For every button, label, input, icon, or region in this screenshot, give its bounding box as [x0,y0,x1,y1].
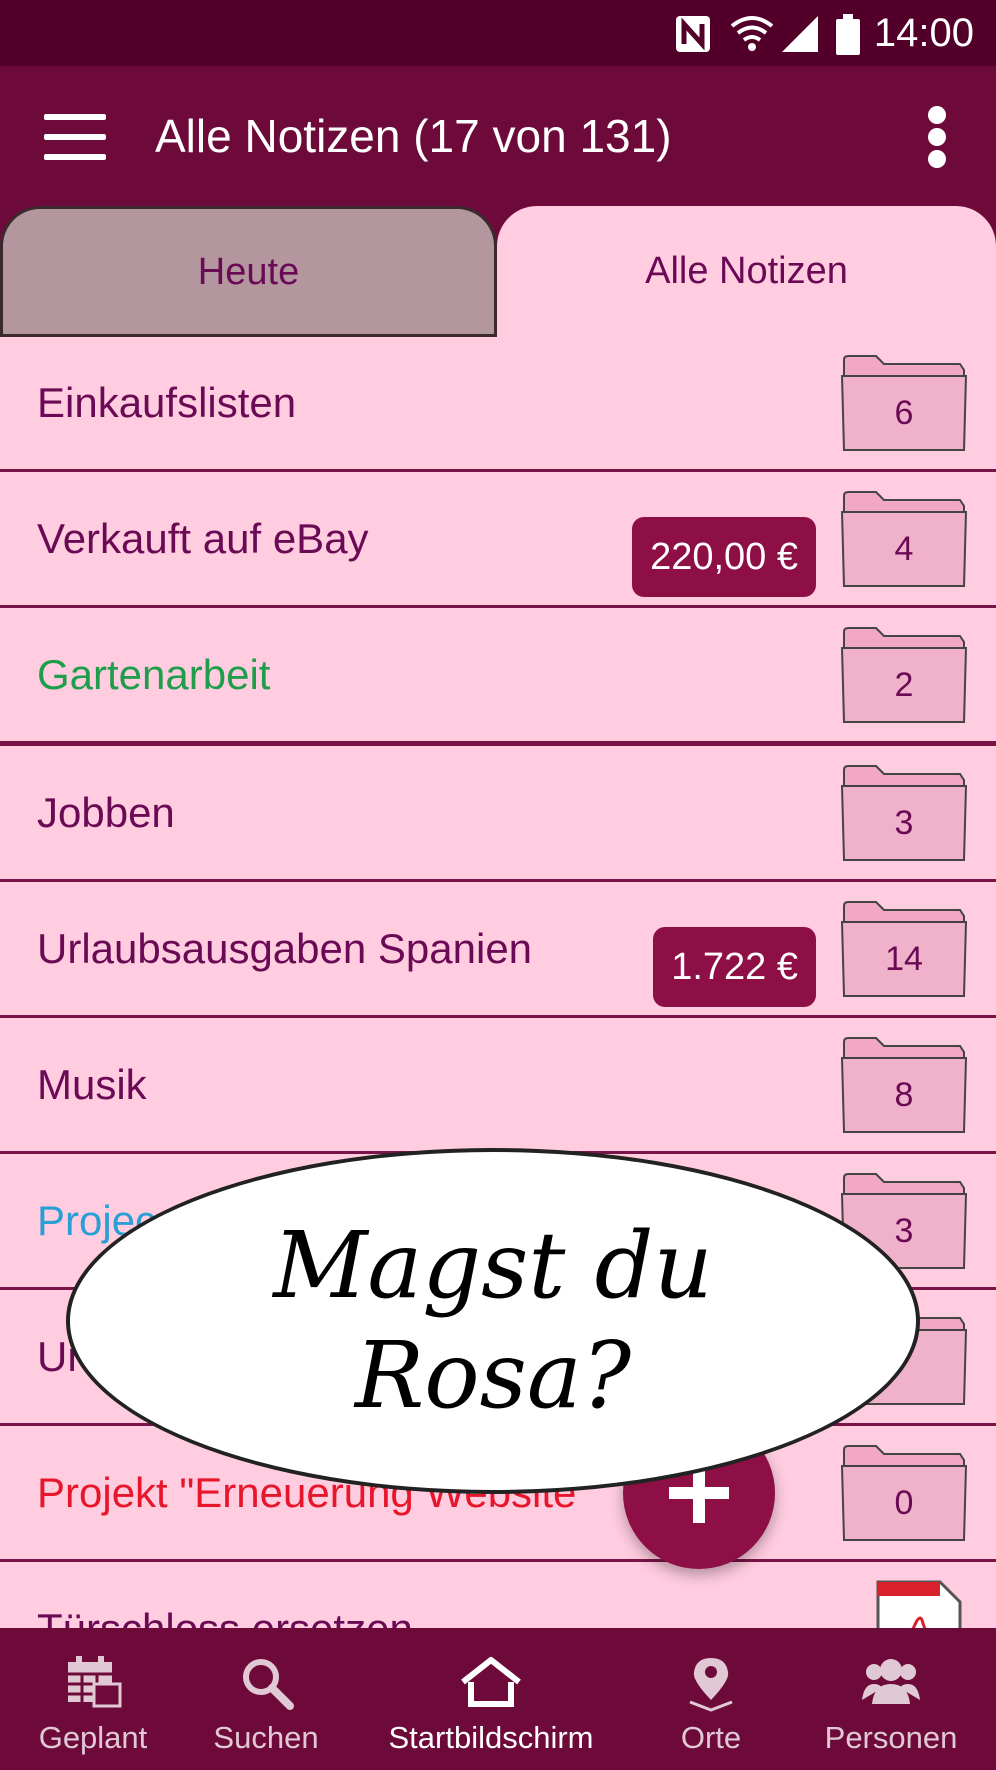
tab-bar: Heute Alle Notizen [0,206,996,336]
nfc-icon [676,16,710,52]
speech-bubble: Magst du Rosa? [66,1148,920,1494]
list-item[interactable]: Jobben 3 [0,746,996,882]
tab-alle-notizen[interactable]: Alle Notizen [497,206,996,336]
folder-count: 14 [885,940,923,978]
menu-icon[interactable] [40,110,110,164]
folder-icon[interactable]: 14 [840,900,968,1000]
list-item-label: Jobben [37,789,175,836]
nav-suchen[interactable]: Suchen [186,1628,346,1770]
nav-geplant[interactable]: Geplant [0,1628,186,1770]
folder-icon[interactable]: 6 [840,354,968,454]
list-item[interactable]: Verkauft auf eBay 220,00 € 4 [0,472,996,608]
nav-startbildschirm[interactable]: Startbildschirm [346,1628,636,1770]
page-title: Alle Notizen (17 von 131) [155,110,672,162]
app-bar: Alle Notizen (17 von 131) [0,66,996,206]
list-item[interactable]: Einkaufslisten 6 [0,336,996,472]
calendar-icon [68,1656,122,1708]
signal-icon [782,16,818,52]
list-item[interactable]: Gartenarbeit 2 [0,608,996,746]
clock: 14:00 [873,11,974,55]
tab-heute[interactable]: Heute [0,206,497,336]
list-item[interactable]: Musik 8 [0,1018,996,1154]
nav-personen[interactable]: Personen [786,1628,996,1770]
nav-label: Geplant [38,1720,148,1755]
list-item-label: Musik [37,1061,147,1108]
nav-label: Personen [824,1720,958,1755]
folder-count: 0 [894,1484,914,1522]
home-icon [461,1657,521,1707]
folder-icon[interactable]: 4 [840,490,968,590]
wifi-icon [730,16,774,51]
list-item[interactable]: Urlaubsausgaben Spanien 1.722 € 14 [0,882,996,1018]
amount-badge: 220,00 € [632,517,816,597]
list-item-label: Gartenarbeit [37,651,271,698]
amount-badge: 1.722 € [653,927,816,1007]
folder-count: 6 [894,394,914,432]
location-pin-icon [689,1658,733,1712]
people-icon [862,1659,920,1704]
nav-orte[interactable]: Orte [636,1628,786,1770]
folder-icon[interactable]: 2 [840,626,968,726]
nav-label: Orte [680,1720,742,1755]
bottom-navigation: Geplant Suchen Startbildschirm Orte Pers… [0,1628,996,1770]
folder-icon[interactable]: 8 [840,1036,968,1136]
nav-label: Startbildschirm [388,1720,594,1755]
nav-label: Suchen [213,1720,319,1755]
list-item-label: Urlaubsausgaben Spanien [37,925,533,972]
folder-icon[interactable]: 0 [840,1444,968,1544]
folder-count: 3 [894,804,914,842]
folder-icon[interactable]: 3 [840,764,968,864]
list-item-label: Verkauft auf eBay [37,515,369,562]
folder-count: 4 [894,530,914,568]
folder-count: 2 [894,666,914,704]
battery-icon [836,14,860,55]
speech-bubble-text: Magst du Rosa? [273,1212,713,1429]
list-item-label: Einkaufslisten [37,379,297,426]
folder-count: 8 [894,1076,914,1114]
search-icon [243,1659,294,1710]
status-bar: 14:00 [0,0,996,66]
overflow-menu-icon[interactable] [920,104,956,170]
